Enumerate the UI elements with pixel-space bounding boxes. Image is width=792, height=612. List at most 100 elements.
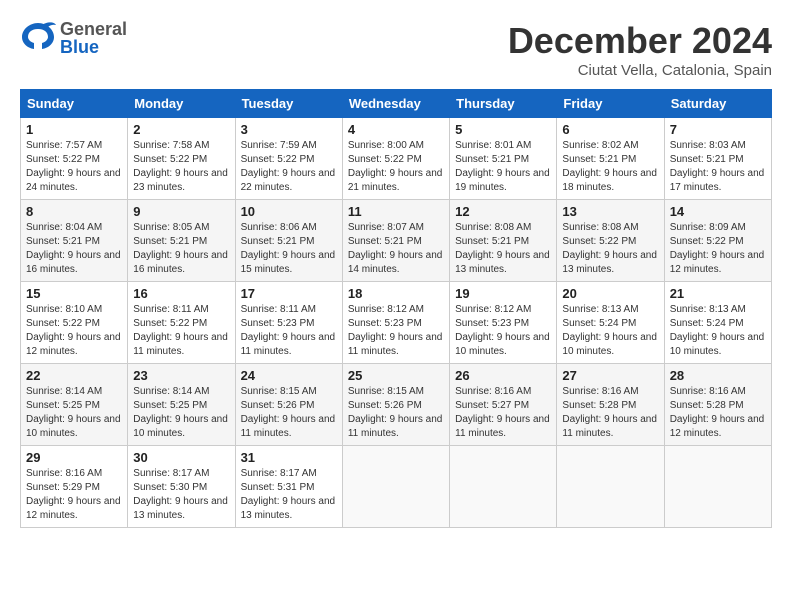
day-number: 1: [26, 122, 122, 137]
sunrise-text: Sunrise: 8:17 AM: [133, 468, 209, 479]
sunset-text: Sunset: 5:21 PM: [670, 154, 744, 165]
day-number: 17: [241, 286, 337, 301]
sunrise-text: Sunrise: 8:08 AM: [562, 222, 638, 233]
sunset-text: Sunset: 5:24 PM: [670, 318, 744, 329]
day-number: 15: [26, 286, 122, 301]
day-number: 22: [26, 368, 122, 383]
sunrise-text: Sunrise: 8:03 AM: [670, 140, 746, 151]
sunrise-text: Sunrise: 8:12 AM: [348, 304, 424, 315]
sunset-text: Sunset: 5:22 PM: [670, 236, 744, 247]
day-cell: 4 Sunrise: 8:00 AM Sunset: 5:22 PM Dayli…: [342, 118, 449, 200]
day-number: 14: [670, 204, 766, 219]
daylight-text: Daylight: 9 hours and 11 minutes.: [133, 332, 228, 357]
week-row-1: 1 Sunrise: 7:57 AM Sunset: 5:22 PM Dayli…: [21, 118, 772, 200]
day-cell: 14 Sunrise: 8:09 AM Sunset: 5:22 PM Dayl…: [664, 200, 771, 282]
day-info: Sunrise: 8:15 AM Sunset: 5:26 PM Dayligh…: [241, 385, 337, 441]
daylight-text: Daylight: 9 hours and 10 minutes.: [133, 414, 228, 439]
week-row-2: 8 Sunrise: 8:04 AM Sunset: 5:21 PM Dayli…: [21, 200, 772, 282]
day-cell: 23 Sunrise: 8:14 AM Sunset: 5:25 PM Dayl…: [128, 364, 235, 446]
header: General Blue December 2024 Ciutat Vella,…: [20, 20, 772, 79]
daylight-text: Daylight: 9 hours and 11 minutes.: [241, 332, 336, 357]
day-info: Sunrise: 8:02 AM Sunset: 5:21 PM Dayligh…: [562, 139, 658, 195]
sunrise-text: Sunrise: 7:57 AM: [26, 140, 102, 151]
day-info: Sunrise: 8:05 AM Sunset: 5:21 PM Dayligh…: [133, 221, 229, 277]
sunset-text: Sunset: 5:21 PM: [348, 236, 422, 247]
sunrise-text: Sunrise: 8:16 AM: [670, 386, 746, 397]
sunrise-text: Sunrise: 8:17 AM: [241, 468, 317, 479]
sunset-text: Sunset: 5:21 PM: [455, 154, 529, 165]
column-header-tuesday: Tuesday: [235, 90, 342, 118]
daylight-text: Daylight: 9 hours and 11 minutes.: [562, 414, 657, 439]
day-info: Sunrise: 8:09 AM Sunset: 5:22 PM Dayligh…: [670, 221, 766, 277]
sunset-text: Sunset: 5:21 PM: [133, 236, 207, 247]
logo-bird-icon: [20, 21, 56, 56]
daylight-text: Daylight: 9 hours and 10 minutes.: [455, 332, 550, 357]
day-cell: 16 Sunrise: 8:11 AM Sunset: 5:22 PM Dayl…: [128, 282, 235, 364]
sunset-text: Sunset: 5:22 PM: [241, 154, 315, 165]
sunset-text: Sunset: 5:27 PM: [455, 400, 529, 411]
day-number: 27: [562, 368, 658, 383]
daylight-text: Daylight: 9 hours and 15 minutes.: [241, 250, 336, 275]
day-info: Sunrise: 8:16 AM Sunset: 5:28 PM Dayligh…: [562, 385, 658, 441]
sunrise-text: Sunrise: 8:04 AM: [26, 222, 102, 233]
sunrise-text: Sunrise: 8:06 AM: [241, 222, 317, 233]
column-header-friday: Friday: [557, 90, 664, 118]
sunset-text: Sunset: 5:22 PM: [133, 318, 207, 329]
week-row-4: 22 Sunrise: 8:14 AM Sunset: 5:25 PM Dayl…: [21, 364, 772, 446]
day-cell: [450, 446, 557, 528]
day-cell: [342, 446, 449, 528]
day-cell: 3 Sunrise: 7:59 AM Sunset: 5:22 PM Dayli…: [235, 118, 342, 200]
sunrise-text: Sunrise: 8:00 AM: [348, 140, 424, 151]
day-cell: 18 Sunrise: 8:12 AM Sunset: 5:23 PM Dayl…: [342, 282, 449, 364]
day-cell: 11 Sunrise: 8:07 AM Sunset: 5:21 PM Dayl…: [342, 200, 449, 282]
day-number: 5: [455, 122, 551, 137]
sunrise-text: Sunrise: 7:58 AM: [133, 140, 209, 151]
sunset-text: Sunset: 5:28 PM: [670, 400, 744, 411]
day-cell: 15 Sunrise: 8:10 AM Sunset: 5:22 PM Dayl…: [21, 282, 128, 364]
day-number: 19: [455, 286, 551, 301]
day-cell: 31 Sunrise: 8:17 AM Sunset: 5:31 PM Dayl…: [235, 446, 342, 528]
sunset-text: Sunset: 5:23 PM: [455, 318, 529, 329]
column-header-monday: Monday: [128, 90, 235, 118]
sunrise-text: Sunrise: 8:16 AM: [26, 468, 102, 479]
daylight-text: Daylight: 9 hours and 21 minutes.: [348, 168, 443, 193]
day-number: 25: [348, 368, 444, 383]
day-info: Sunrise: 8:01 AM Sunset: 5:21 PM Dayligh…: [455, 139, 551, 195]
week-row-5: 29 Sunrise: 8:16 AM Sunset: 5:29 PM Dayl…: [21, 446, 772, 528]
sunrise-text: Sunrise: 8:15 AM: [348, 386, 424, 397]
daylight-text: Daylight: 9 hours and 11 minutes.: [348, 332, 443, 357]
day-cell: 24 Sunrise: 8:15 AM Sunset: 5:26 PM Dayl…: [235, 364, 342, 446]
sunrise-text: Sunrise: 8:14 AM: [26, 386, 102, 397]
day-info: Sunrise: 8:00 AM Sunset: 5:22 PM Dayligh…: [348, 139, 444, 195]
day-info: Sunrise: 8:08 AM Sunset: 5:22 PM Dayligh…: [562, 221, 658, 277]
sunset-text: Sunset: 5:23 PM: [241, 318, 315, 329]
day-number: 3: [241, 122, 337, 137]
daylight-text: Daylight: 9 hours and 22 minutes.: [241, 168, 336, 193]
daylight-text: Daylight: 9 hours and 13 minutes.: [562, 250, 657, 275]
logo-blue-text: Blue: [60, 38, 127, 56]
sunset-text: Sunset: 5:28 PM: [562, 400, 636, 411]
sunrise-text: Sunrise: 8:08 AM: [455, 222, 531, 233]
sunrise-text: Sunrise: 8:13 AM: [670, 304, 746, 315]
day-info: Sunrise: 8:14 AM Sunset: 5:25 PM Dayligh…: [133, 385, 229, 441]
daylight-text: Daylight: 9 hours and 23 minutes.: [133, 168, 228, 193]
daylight-text: Daylight: 9 hours and 11 minutes.: [455, 414, 550, 439]
day-info: Sunrise: 8:12 AM Sunset: 5:23 PM Dayligh…: [455, 303, 551, 359]
daylight-text: Daylight: 9 hours and 13 minutes.: [455, 250, 550, 275]
day-number: 8: [26, 204, 122, 219]
day-cell: 2 Sunrise: 7:58 AM Sunset: 5:22 PM Dayli…: [128, 118, 235, 200]
sunset-text: Sunset: 5:22 PM: [26, 154, 100, 165]
logo: General Blue: [20, 20, 127, 56]
day-cell: 22 Sunrise: 8:14 AM Sunset: 5:25 PM Dayl…: [21, 364, 128, 446]
daylight-text: Daylight: 9 hours and 16 minutes.: [133, 250, 228, 275]
day-cell: 7 Sunrise: 8:03 AM Sunset: 5:21 PM Dayli…: [664, 118, 771, 200]
sunset-text: Sunset: 5:29 PM: [26, 482, 100, 493]
day-info: Sunrise: 8:10 AM Sunset: 5:22 PM Dayligh…: [26, 303, 122, 359]
sunset-text: Sunset: 5:25 PM: [26, 400, 100, 411]
day-number: 4: [348, 122, 444, 137]
column-header-saturday: Saturday: [664, 90, 771, 118]
day-info: Sunrise: 8:16 AM Sunset: 5:29 PM Dayligh…: [26, 467, 122, 523]
day-number: 10: [241, 204, 337, 219]
day-info: Sunrise: 8:16 AM Sunset: 5:27 PM Dayligh…: [455, 385, 551, 441]
day-cell: 21 Sunrise: 8:13 AM Sunset: 5:24 PM Dayl…: [664, 282, 771, 364]
